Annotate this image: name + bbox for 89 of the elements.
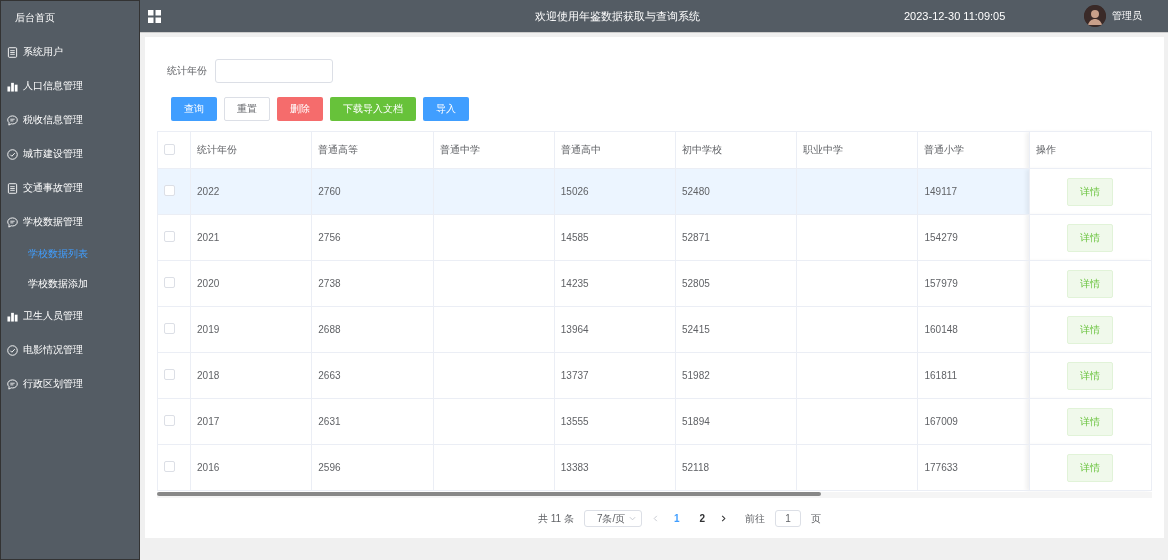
table-cell: 2663 bbox=[318, 370, 341, 381]
sidebar-item[interactable]: 人口信息管理 bbox=[1, 69, 139, 103]
row-checkbox[interactable] bbox=[164, 369, 175, 380]
table-cell: 177633 bbox=[924, 462, 958, 473]
page-input[interactable]: 1 bbox=[775, 510, 802, 527]
row-checkbox[interactable] bbox=[164, 461, 175, 472]
table-cell: 2021 bbox=[197, 232, 220, 243]
table-cell: 13383 bbox=[560, 462, 589, 473]
table-cell: 154279 bbox=[924, 232, 958, 243]
datetime: 2023-12-30 11:09:05 bbox=[904, 10, 1007, 22]
table-cell: 15026 bbox=[560, 186, 589, 197]
sidebar-item[interactable]: 税收信息管理 bbox=[1, 103, 139, 137]
sidebar-item[interactable]: 学校数据管理 bbox=[1, 205, 139, 239]
row-checkbox[interactable] bbox=[164, 277, 175, 288]
table-cell: 2017 bbox=[197, 416, 220, 427]
table-cell: 160148 bbox=[924, 324, 958, 335]
table-cell: 51894 bbox=[682, 416, 710, 427]
check-circle-icon bbox=[7, 344, 18, 356]
document-icon bbox=[7, 182, 18, 194]
caret-icon bbox=[628, 515, 636, 522]
column-header: 初中学校 bbox=[682, 144, 722, 155]
table-cell: 13555 bbox=[560, 416, 589, 427]
table-cell: 2022 bbox=[197, 186, 220, 197]
avatar-icon[interactable] bbox=[1084, 5, 1106, 27]
sidebar-title[interactable]: 后台首页 bbox=[1, 1, 139, 35]
row-checkbox[interactable] bbox=[164, 185, 175, 196]
scrollbar-thumb[interactable] bbox=[157, 492, 821, 496]
goto-label: 前往 bbox=[745, 511, 766, 526]
chat-icon bbox=[7, 378, 18, 390]
table-cell: 2596 bbox=[318, 462, 341, 473]
page-size-select[interactable]: 7条/页 bbox=[583, 510, 642, 527]
table-cell: 52480 bbox=[682, 186, 710, 197]
table-cell: 14235 bbox=[560, 278, 589, 289]
row-checkbox[interactable] bbox=[164, 323, 175, 334]
table-cell: 167009 bbox=[924, 416, 958, 427]
table-cell: 149117 bbox=[924, 186, 958, 197]
table-cell: 2019 bbox=[197, 324, 220, 335]
table-cell: 14585 bbox=[560, 232, 589, 243]
sidebar-item[interactable]: 卫生人员管理 bbox=[1, 299, 139, 333]
previous-page-icon[interactable] bbox=[651, 515, 659, 522]
column-header: 普通中学 bbox=[439, 144, 480, 155]
chat-icon bbox=[7, 114, 18, 126]
row-checkbox[interactable] bbox=[164, 415, 175, 426]
app-title: 欢迎使用年鉴数据获取与查询系统 bbox=[534, 8, 701, 24]
table-cell: 52871 bbox=[682, 232, 710, 243]
chat-icon bbox=[7, 216, 18, 228]
table-cell: 52118 bbox=[682, 462, 710, 473]
page-number[interactable]: 2 bbox=[694, 513, 711, 524]
check-circle-icon bbox=[7, 148, 18, 160]
table-cell: 157979 bbox=[924, 278, 958, 289]
table-cell: 2020 bbox=[197, 278, 220, 289]
column-header: 职业中学 bbox=[803, 144, 844, 155]
table-cell: 2018 bbox=[197, 370, 220, 381]
table-cell: 161811 bbox=[924, 370, 958, 381]
select-all-checkbox[interactable] bbox=[164, 143, 175, 155]
sidebar-item[interactable]: 行政区划管理 bbox=[1, 367, 139, 401]
page-suffix: 页 bbox=[811, 511, 822, 526]
grid-menu-icon[interactable] bbox=[148, 9, 161, 23]
table-cell: 51982 bbox=[682, 370, 710, 381]
year-input[interactable] bbox=[215, 59, 333, 83]
table-cell: 13964 bbox=[560, 324, 589, 335]
table-cell: 13737 bbox=[560, 370, 589, 381]
user-name[interactable]: 管理员 bbox=[1112, 9, 1162, 23]
bar-chart-icon bbox=[7, 80, 18, 92]
table-cell: 2756 bbox=[318, 232, 341, 243]
bar-chart-icon bbox=[7, 310, 18, 322]
filter-label: 统计年份 bbox=[167, 64, 207, 78]
next-page-icon[interactable] bbox=[720, 515, 728, 522]
table-cell: 2631 bbox=[318, 416, 341, 427]
toolbar-button[interactable]: 重置 bbox=[224, 97, 270, 121]
submenu-item[interactable]: 学校数据添加 bbox=[1, 269, 139, 299]
table-cell: 52415 bbox=[682, 324, 710, 335]
row-checkbox[interactable] bbox=[164, 231, 175, 242]
sidebar-item[interactable]: 系统用户 bbox=[1, 35, 139, 69]
sidebar-item[interactable]: 交通事故管理 bbox=[1, 171, 139, 205]
total-count: 共 11 条 bbox=[537, 511, 574, 526]
table-cell: 2688 bbox=[318, 324, 341, 335]
document-icon bbox=[7, 46, 18, 58]
table-cell: 2738 bbox=[318, 278, 341, 289]
table-cell: 52805 bbox=[682, 278, 710, 289]
column-header: 统计年份 bbox=[197, 144, 238, 155]
table-cell: 2760 bbox=[318, 186, 341, 197]
sidebar-item[interactable]: 城市建设管理 bbox=[1, 137, 139, 171]
table-cell: 2016 bbox=[197, 462, 220, 473]
column-header: 操作 bbox=[1035, 144, 1056, 155]
sidebar-item[interactable]: 电影情况管理 bbox=[1, 333, 139, 367]
column-header: 普通高中 bbox=[560, 144, 601, 155]
column-header: 普通高等 bbox=[318, 144, 359, 155]
column-header: 普通小学 bbox=[924, 144, 965, 155]
